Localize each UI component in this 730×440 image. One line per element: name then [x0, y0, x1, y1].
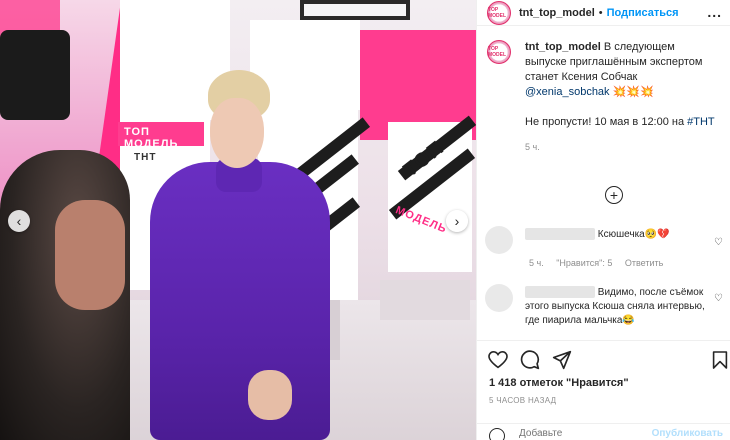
post-actions: 1 418 отметок "Нравится" 5 ЧАСОВ НАЗАД О… [477, 340, 730, 440]
comment-username[interactable] [525, 286, 595, 299]
comment-username[interactable] [525, 228, 595, 241]
caption-emojis: 💥💥💥 [612, 86, 654, 98]
post-panel: TOP MODEL tnt_top_model • Подписаться ..… [476, 0, 730, 440]
likes-count[interactable]: 1 418 отметок "Нравится" [489, 377, 629, 389]
avatar[interactable] [485, 226, 513, 254]
hands [248, 370, 292, 420]
caption-text: tnt_top_model В следующем выпуске пригла… [525, 40, 715, 155]
comment-text: Ксюшечка🥺💔 [597, 229, 670, 240]
publish-button[interactable]: Опубликовать [652, 428, 723, 439]
share-icon[interactable] [551, 349, 573, 371]
comment-meta: 5 ч. "Нравится": 5 Ответить [529, 256, 673, 270]
avatar-text: TOP MODEL [488, 46, 507, 58]
ceiling-screen [300, 0, 410, 20]
separator-dot: • [598, 6, 603, 19]
emoji-icon[interactable] [489, 428, 505, 440]
camera-operator-hand [55, 200, 125, 310]
plus-icon[interactable]: + [605, 186, 623, 204]
follow-button[interactable]: Подписаться [607, 7, 679, 19]
chevron-left-icon[interactable]: ‹ [8, 210, 30, 232]
set-pedestal [380, 280, 470, 320]
avatar[interactable]: TOP MODEL [487, 0, 511, 25]
avatar[interactable] [485, 284, 513, 312]
hashtag-link[interactable]: #ТНТ [687, 116, 715, 128]
chevron-right-icon[interactable]: › [446, 210, 468, 232]
avatar[interactable]: TOP MODEL [487, 40, 511, 64]
heart-icon[interactable] [487, 349, 509, 371]
comment-likes[interactable]: "Нравится": 5 [556, 258, 612, 268]
logo-cube: ТОП МОДЕЛЬ [388, 115, 476, 272]
comment-input[interactable] [519, 428, 639, 439]
bookmark-icon[interactable] [709, 349, 730, 371]
post-caption: TOP MODEL tnt_top_model В следующем выпу… [477, 26, 730, 155]
caption-time: 5 ч. [525, 142, 540, 152]
username[interactable]: tnt_top_model [519, 7, 595, 19]
comment-item: Ксюшечка🥺💔 5 ч. "Нравится": 5 Ответить ♡ [485, 226, 723, 274]
mention-link[interactable]: @xenia_sobchak [525, 86, 610, 98]
more-options-icon[interactable]: ... [707, 4, 722, 20]
post-photo[interactable]: ТОП МОДЕЛЬ ТНТ ТОП МОДЕЛЬ ‹ › [0, 0, 476, 440]
avatar-text: TOP MODEL [488, 6, 507, 19]
caption-username[interactable]: tnt_top_model [525, 41, 601, 53]
person [150, 70, 330, 440]
post-header: TOP MODEL tnt_top_model • Подписаться ..… [477, 0, 730, 26]
caption-body-2: Не пропусти! 10 мая в 12:00 на [525, 116, 688, 128]
heart-icon[interactable]: ♡ [714, 236, 723, 250]
heart-icon[interactable]: ♡ [714, 292, 723, 306]
purple-dress [150, 162, 330, 440]
face [210, 98, 264, 168]
comment-time: 5 ч. [529, 258, 544, 268]
comment-item: Видимо, после съёмок этого выпуска Ксюша… [485, 284, 723, 340]
camera [0, 30, 70, 120]
reply-button[interactable]: Ответить [625, 258, 663, 268]
post-time: 5 ЧАСОВ НАЗАД [489, 396, 557, 405]
logo-model: МОДЕЛЬ [393, 204, 449, 236]
add-comment-row: Опубликовать [477, 423, 730, 440]
comment-icon[interactable] [519, 349, 541, 371]
